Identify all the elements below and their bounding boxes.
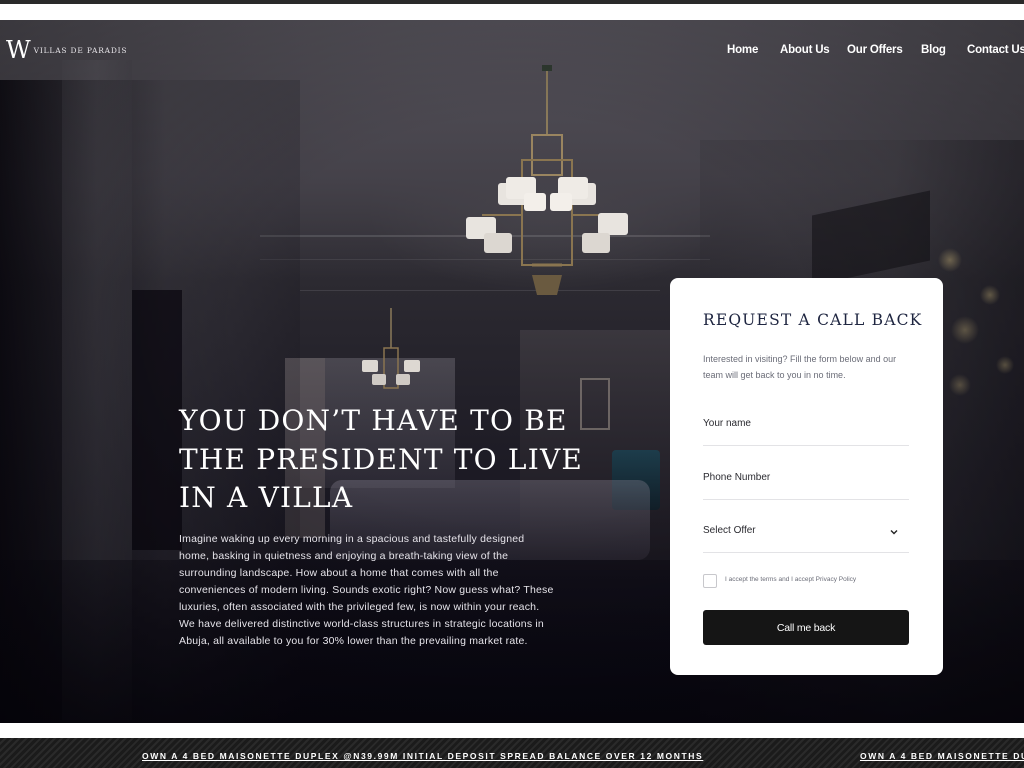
top-edge-bar	[0, 0, 1024, 4]
offer-placeholder: Select Offer	[703, 525, 756, 536]
hero-section: W VILLAS DE PARADIS Home About Us Our Of…	[0, 20, 1024, 723]
nav-our-offers[interactable]: Our Offers	[847, 44, 903, 56]
ticker-message-repeat[interactable]: OWN A 4 BED MAISONETTE DUPLEX	[860, 751, 1024, 761]
phone-field[interactable]: Phone Number	[703, 464, 909, 500]
ticker-message[interactable]: OWN A 4 BED MAISONETTE DUPLEX @N39.99M I…	[142, 751, 703, 761]
nav-contact-us[interactable]: Contact Us	[967, 44, 1024, 56]
nav-blog[interactable]: Blog	[921, 44, 946, 56]
hero-headline: YOU DON’T HAVE TO BE THE PRESIDENT TO LI…	[179, 402, 584, 518]
name-placeholder: Your name	[703, 418, 751, 429]
form-title: REQUEST A CALL BACK	[703, 311, 923, 329]
call-me-back-button[interactable]: Call me back	[703, 610, 909, 645]
form-description: Interested in visiting? Fill the form be…	[703, 354, 897, 380]
consent-label: I accept the terms and I accept Privacy …	[725, 576, 857, 583]
logo-mark: W	[6, 36, 31, 64]
phone-placeholder: Phone Number	[703, 472, 771, 483]
name-field[interactable]: Your name	[703, 410, 909, 446]
logo-text: VILLAS DE PARADIS	[33, 45, 128, 55]
headline-line: YOU DON’T HAVE TO BE	[179, 404, 568, 437]
headline-line: THE PRESIDENT TO LIVE	[179, 442, 584, 476]
callback-form-card: REQUEST A CALL BACK Interested in visiti…	[670, 278, 943, 675]
announcement-ticker: OWN A 4 BED MAISONETTE DUPLEX @N39.99M I…	[0, 738, 1024, 768]
headline-line: IN A VILLA	[179, 481, 354, 514]
hero-intro-text: Imagine waking up every morning in a spa…	[179, 533, 554, 647]
consent-checkbox[interactable]	[703, 574, 717, 588]
chevron-down-icon	[890, 530, 898, 535]
nav-about-us[interactable]: About Us	[780, 44, 830, 56]
offer-select[interactable]: Select Offer	[703, 517, 909, 553]
nav-home[interactable]: Home	[727, 44, 758, 56]
brand-logo[interactable]: W VILLAS DE PARADIS	[6, 38, 127, 62]
